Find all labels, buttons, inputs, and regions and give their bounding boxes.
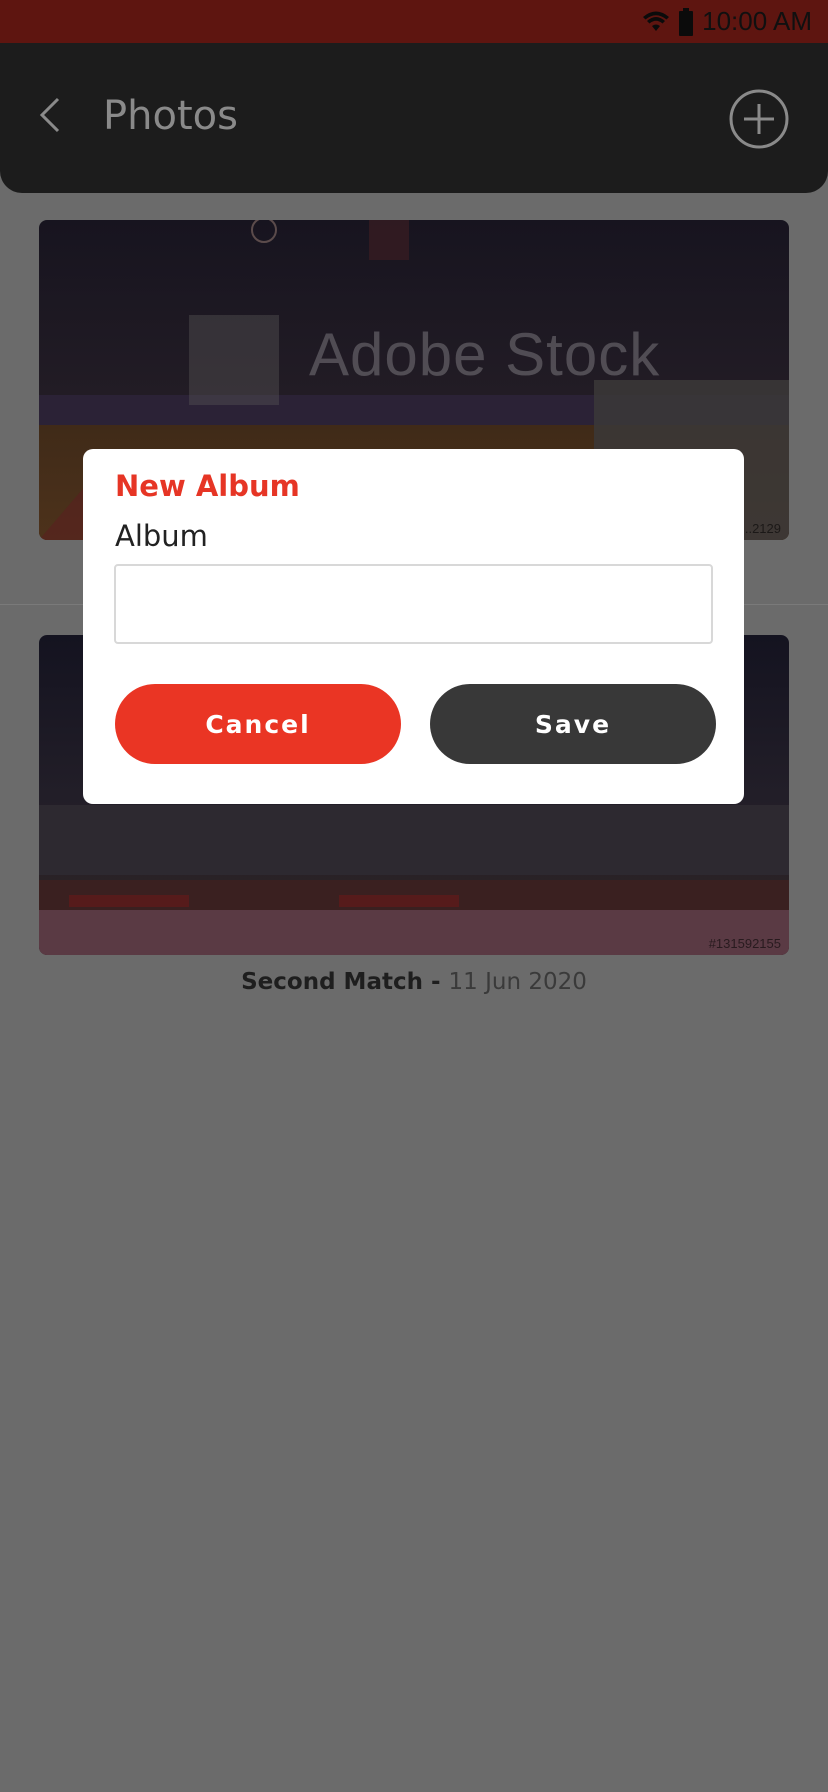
dialog-title: New Album — [115, 469, 300, 503]
wifi-icon — [642, 11, 670, 33]
back-button[interactable] — [30, 93, 74, 137]
page-title: Photos — [103, 93, 238, 139]
photos-screen: 10:00 AM Photos Adobe Stock #...2129 #13… — [0, 0, 828, 1792]
status-bar: 10:00 AM — [0, 0, 828, 43]
save-button[interactable]: Save — [430, 684, 716, 764]
plus-circle-icon — [729, 89, 789, 149]
album-caption: Second Match - 11 Jun 2020 — [39, 969, 789, 995]
album-title: Second Match - — [241, 969, 449, 995]
battery-icon — [678, 7, 694, 36]
add-album-button[interactable] — [728, 88, 790, 150]
app-bar: Photos — [0, 43, 828, 193]
stock-id: #131592155 — [708, 936, 781, 951]
cancel-button[interactable]: Cancel — [115, 684, 401, 764]
watermark-text: Adobe Stock — [309, 321, 661, 388]
album-date: 11 Jun 2020 — [448, 969, 587, 995]
album-field-label: Album — [115, 519, 208, 553]
status-time: 10:00 AM — [702, 6, 812, 36]
album-name-input[interactable] — [114, 564, 713, 644]
new-album-dialog: New Album Album Cancel Save — [83, 449, 744, 804]
chevron-left-icon — [39, 97, 60, 133]
